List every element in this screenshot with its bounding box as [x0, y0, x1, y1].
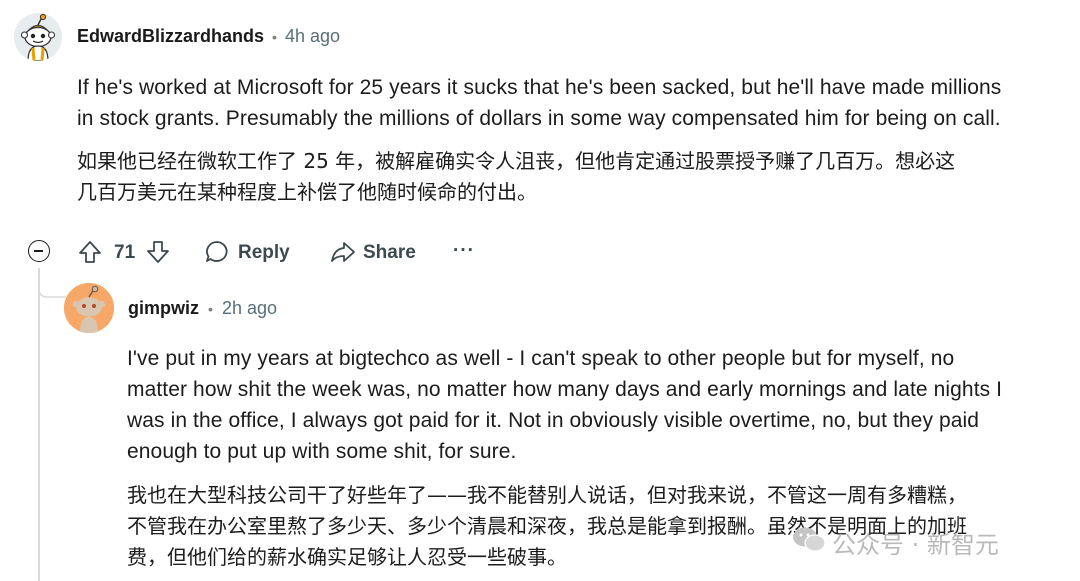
- text-line: matter how shit the week was, no matter …: [127, 378, 1003, 401]
- vote-count: 71: [114, 242, 136, 263]
- comment-body-english: If he's worked at Microsoft for 25 years…: [77, 72, 1067, 134]
- reply-label: Reply: [238, 242, 290, 263]
- reply-button[interactable]: Reply: [204, 238, 294, 266]
- text-line: 几百万美元在某种程度上补偿了他随时候命的付出。: [77, 180, 537, 204]
- avatar-gimpwiz[interactable]: [64, 283, 114, 333]
- text-line: 如果他已经在微软工作了 25 年，被解雇确实令人沮丧，但他肯定通过股票授予赚了几…: [77, 149, 956, 173]
- text-line: enough to put up with some shit, for sur…: [127, 440, 517, 463]
- text-line: in stock grants. Presumably the millions…: [77, 107, 1001, 130]
- downvote-button[interactable]: [144, 238, 172, 266]
- share-label: Share: [363, 242, 416, 263]
- avatar-edwardblizzardhands[interactable]: [14, 13, 62, 61]
- downvote-arrow-icon: [147, 241, 169, 263]
- text-line: 我也在大型科技公司干了好些年了——我不能替别人说话，但对我来说，不管这一周有多糟…: [127, 483, 967, 507]
- comment-author[interactable]: gimpwiz: [128, 298, 199, 319]
- wechat-logo-icon: [793, 527, 826, 552]
- upvote-arrow-icon: [79, 241, 101, 263]
- meta-separator: •: [272, 29, 277, 45]
- watermark-text: 公众号 · 新智元: [832, 531, 999, 559]
- share-button[interactable]: Share: [330, 238, 420, 266]
- text-line: If he's worked at Microsoft for 25 years…: [77, 76, 1002, 99]
- comment-body-english: I've put in my years at bigtechco as wel…: [127, 343, 1067, 467]
- comment-timestamp[interactable]: 2h ago: [222, 298, 277, 319]
- text-line: I've put in my years at bigtechco as wel…: [127, 347, 955, 370]
- snoo-avatar-icon: [64, 283, 114, 333]
- share-arrow-icon: [331, 242, 355, 262]
- upvote-button[interactable]: [76, 238, 104, 266]
- comment-author[interactable]: EdwardBlizzardhands: [77, 26, 264, 47]
- thread-line[interactable]: [38, 268, 40, 581]
- comment-body-chinese: 如果他已经在微软工作了 25 年，被解雇确实令人沮丧，但他肯定通过股票授予赚了几…: [77, 146, 1067, 208]
- meta-separator: •: [208, 301, 213, 317]
- more-options-button[interactable]: ···: [453, 240, 475, 262]
- collapse-thread-button[interactable]: [28, 240, 50, 262]
- text-line: was in the office, I always got paid for…: [127, 409, 980, 432]
- snoo-avatar-icon: [14, 13, 62, 61]
- speech-bubble-icon: [206, 241, 228, 262]
- thread-connector: [38, 268, 66, 298]
- comment-timestamp[interactable]: 4h ago: [285, 26, 340, 47]
